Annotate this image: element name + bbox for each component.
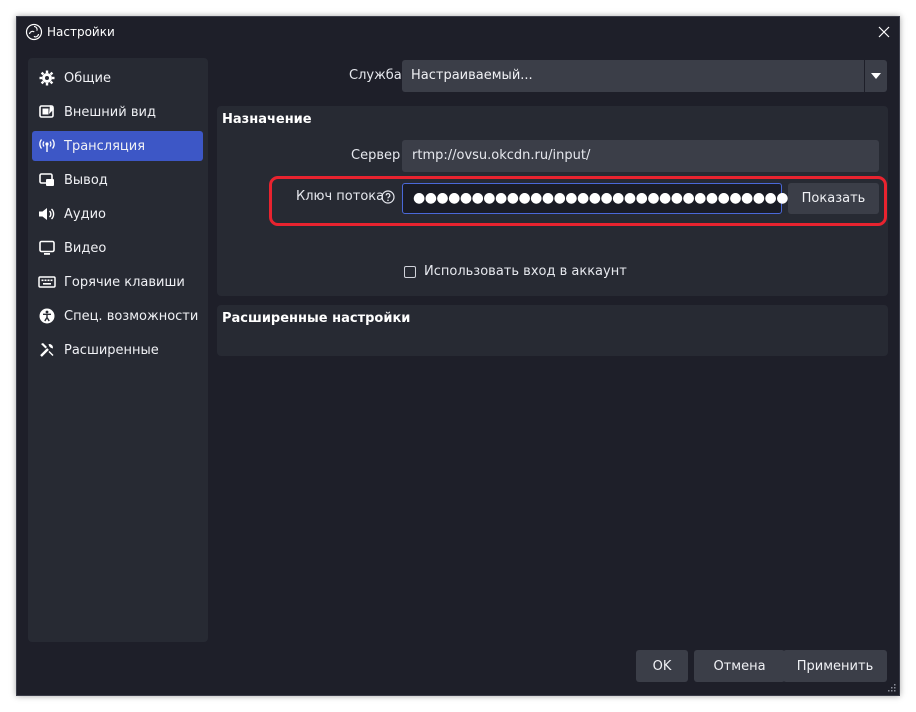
sidebar-item-label: Общие <box>64 70 111 86</box>
server-value: rtmp://ovsu.okcdn.ru/input/ <box>412 148 591 163</box>
resize-grip-icon[interactable] <box>886 682 896 692</box>
sidebar-item-label: Внешний вид <box>64 104 156 120</box>
settings-window: Настройки Общие Внешний вид Трансляция В… <box>16 16 900 696</box>
sidebar-item-appearance[interactable]: Внешний вид <box>32 97 203 127</box>
close-icon <box>878 26 890 38</box>
stream-key-input[interactable]: ●●●●●●●●●●●●●●●●●●●●●●●●●●●●●●●●●●●●● <box>402 183 847 214</box>
stream-key-label: Ключ потока <box>296 189 385 204</box>
sidebar-item-label: Вывод <box>64 172 108 188</box>
sidebar-item-label: Горячие клавиши <box>64 274 185 290</box>
server-input[interactable]: rtmp://ovsu.okcdn.ru/input/ <box>402 140 879 172</box>
output-icon <box>38 171 56 189</box>
sidebar-item-stream[interactable]: Трансляция <box>32 131 203 161</box>
service-dropdown[interactable]: Настраиваемый... <box>402 60 887 92</box>
help-icon[interactable] <box>381 190 395 204</box>
advanced-group: Расширенные настройки <box>217 305 888 356</box>
window-title: Настройки <box>47 25 115 39</box>
keyboard-icon <box>38 273 56 291</box>
sidebar-item-general[interactable]: Общие <box>32 63 203 93</box>
speaker-icon <box>38 205 56 223</box>
title-bar: Настройки <box>17 17 899 47</box>
sidebar-item-video[interactable]: Видео <box>32 233 203 263</box>
service-label: Служба <box>349 68 402 83</box>
sidebar-item-label: Аудио <box>64 206 106 222</box>
sidebar-item-label: Видео <box>64 240 107 256</box>
accessibility-icon <box>38 307 56 325</box>
sidebar-item-output[interactable]: Вывод <box>32 165 203 195</box>
sidebar-item-hotkeys[interactable]: Горячие клавиши <box>32 267 203 297</box>
obs-logo-icon <box>25 23 43 41</box>
sidebar-item-accessibility[interactable]: Спец. возможности <box>32 301 203 331</box>
sidebar-item-label: Расширенные <box>64 342 159 358</box>
chevron-down-icon <box>864 60 887 92</box>
sidebar-item-label: Спец. возможности <box>64 308 199 324</box>
ok-button[interactable]: OK <box>636 650 688 682</box>
advanced-title: Расширенные настройки <box>222 311 411 326</box>
use-account-checkbox[interactable] <box>404 266 416 278</box>
close-button[interactable] <box>869 17 899 47</box>
tools-icon <box>38 341 56 359</box>
show-key-button[interactable]: Показать <box>788 183 879 214</box>
gear-icon <box>38 69 56 87</box>
server-label: Сервер <box>351 148 401 163</box>
sidebar-item-label: Трансляция <box>64 138 146 154</box>
settings-sidebar: Общие Внешний вид Трансляция Вывод Аудио <box>28 58 208 642</box>
broadcast-icon <box>38 137 56 155</box>
appearance-icon <box>38 103 56 121</box>
destination-title: Назначение <box>222 112 312 127</box>
cancel-button[interactable]: Отмена <box>694 650 785 682</box>
apply-button[interactable]: Применить <box>783 650 887 682</box>
service-value: Настраиваемый... <box>411 68 533 83</box>
stream-key-masked-value: ●●●●●●●●●●●●●●●●●●●●●●●●●●●●●●●●●●●●● <box>413 190 847 206</box>
monitor-icon <box>38 239 56 257</box>
sidebar-item-advanced[interactable]: Расширенные <box>32 335 203 365</box>
use-account-label: Использовать вход в аккаунт <box>424 264 627 279</box>
sidebar-item-audio[interactable]: Аудио <box>32 199 203 229</box>
